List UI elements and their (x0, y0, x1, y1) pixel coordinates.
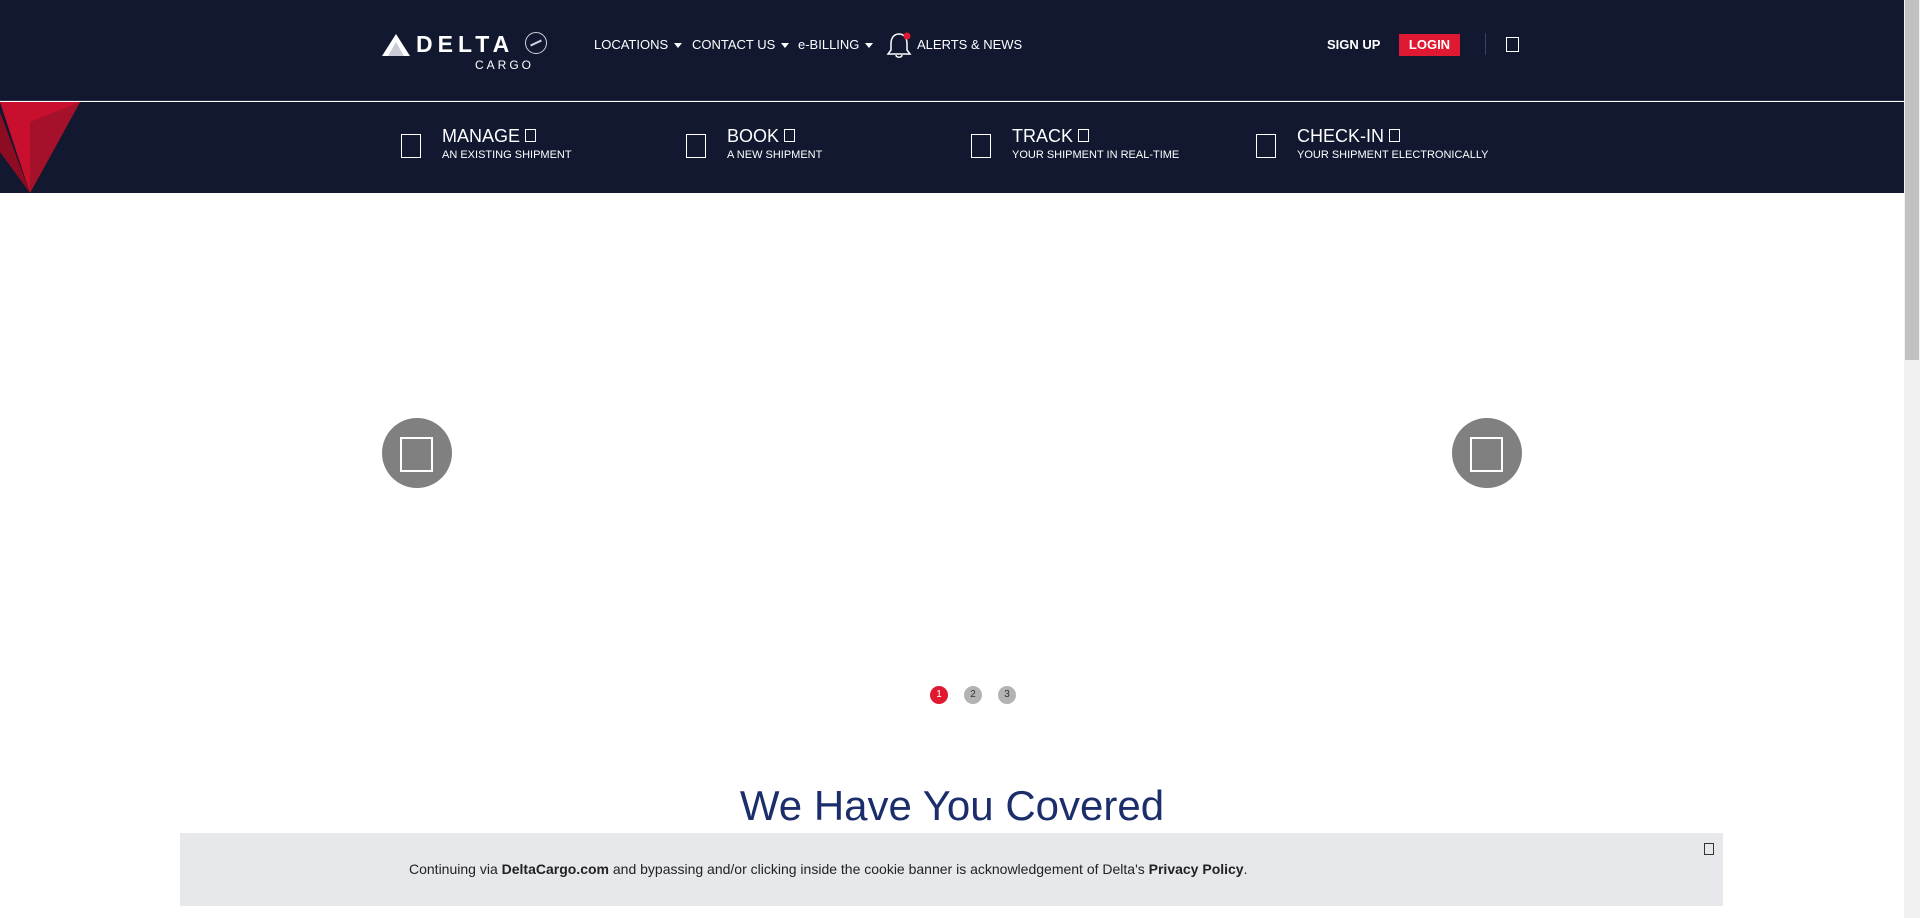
carousel-dot-2[interactable]: 2 (964, 686, 982, 704)
delta-cargo-logo[interactable]: DELTA CARGO (382, 30, 552, 74)
quick-action-check-in-subtitle: YOUR SHIPMENT ELECTRONICALLY (1297, 149, 1489, 161)
chevron-left-icon (400, 437, 433, 472)
nav-alerts-news[interactable]: ALERTS & NEWS (917, 37, 1022, 52)
header-divider (1485, 33, 1486, 55)
logo-wordmark: DELTA (416, 31, 515, 57)
login-button[interactable]: LOGIN (1399, 34, 1460, 56)
quick-action-manage[interactable]: MANAGE AN EXISTING SHIPMENT (401, 124, 621, 174)
cookie-banner[interactable]: Continuing via DeltaCargo.com and bypass… (180, 833, 1723, 906)
chevron-right-icon (1389, 129, 1401, 142)
quick-action-track-title: TRACK (1012, 126, 1090, 147)
carousel-prev-button[interactable] (382, 418, 452, 488)
chevron-right-icon (784, 129, 796, 142)
quick-actions-bar: MANAGE AN EXISTING SHIPMENT BOOK A NEW S… (0, 102, 1904, 193)
chevron-down-icon (781, 43, 790, 49)
quick-action-book-subtitle: A NEW SHIPMENT (727, 149, 823, 161)
track-icon (971, 134, 991, 158)
nav-locations-label: LOCATIONS (594, 37, 669, 52)
top-header: DELTA CARGO LOCATIONS CONTACT US e-BILLI… (0, 0, 1904, 101)
quick-action-book[interactable]: BOOK A NEW SHIPMENT (686, 124, 906, 174)
quick-action-manage-subtitle: AN EXISTING SHIPMENT (442, 149, 572, 161)
quick-action-check-in-title: CHECK-IN (1297, 126, 1401, 147)
user-icon[interactable] (1506, 37, 1519, 52)
book-icon (686, 134, 706, 158)
privacy-policy-link[interactable]: Privacy Policy (1149, 861, 1244, 877)
scrollbar-thumb[interactable] (1905, 0, 1919, 360)
nav-contact-us-label: CONTACT US (692, 37, 776, 52)
page: DELTA CARGO LOCATIONS CONTACT US e-BILLI… (0, 0, 1920, 918)
quick-action-book-title: BOOK (727, 126, 796, 147)
quick-action-track[interactable]: TRACK YOUR SHIPMENT IN REAL-TIME (971, 124, 1201, 174)
manage-icon (401, 134, 421, 158)
logo-seal-icon (525, 32, 547, 54)
nav-e-billing-label: e-BILLING (798, 37, 860, 52)
quick-action-check-in[interactable]: CHECK-IN YOUR SHIPMENT ELECTRONICALLY (1256, 124, 1489, 174)
chevron-right-icon (525, 129, 537, 142)
delta-widget-icon (382, 34, 410, 56)
carousel-dot-3[interactable]: 3 (998, 686, 1016, 704)
carousel-dot-1[interactable]: 1 (930, 686, 948, 704)
carousel-next-button[interactable] (1452, 418, 1522, 488)
chevron-down-icon (674, 43, 683, 49)
quick-action-manage-title: MANAGE (442, 126, 537, 147)
nav-contact-us[interactable]: CONTACT US (692, 37, 790, 52)
quick-action-track-subtitle: YOUR SHIPMENT IN REAL-TIME (1012, 149, 1180, 161)
chevron-right-icon (1470, 437, 1503, 472)
section-heading: We Have You Covered (739, 782, 1165, 829)
sign-up-link[interactable]: SIGN UP (1327, 37, 1380, 52)
chevron-down-icon (865, 43, 874, 49)
delta-widget-corner-icon (0, 102, 80, 193)
close-icon[interactable] (1704, 843, 1714, 855)
chevron-right-icon (1078, 129, 1090, 142)
cookie-banner-text: Continuing via DeltaCargo.com and bypass… (409, 861, 1248, 877)
logo-subtitle: CARGO (475, 58, 535, 72)
nav-locations[interactable]: LOCATIONS (594, 37, 683, 52)
cookie-brand: DeltaCargo.com (501, 861, 609, 877)
bell-icon[interactable] (886, 31, 912, 59)
nav-e-billing[interactable]: e-BILLING (798, 37, 874, 52)
checkin-icon (1256, 134, 1276, 158)
